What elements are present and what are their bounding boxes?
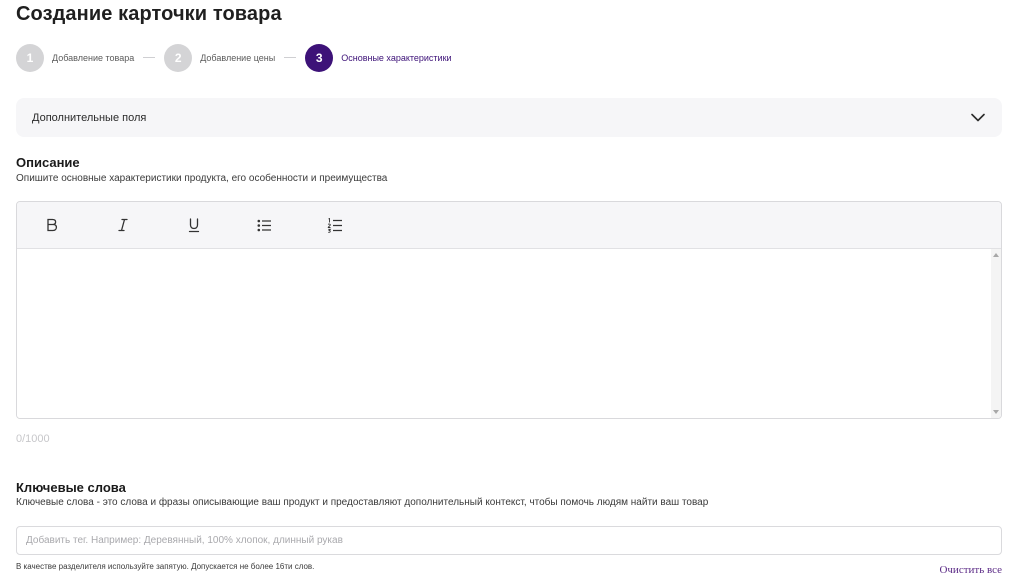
chevron-down-icon[interactable]	[970, 110, 986, 126]
step-connector	[284, 57, 297, 58]
step-3[interactable]: 3 Основные характеристики	[305, 43, 452, 72]
scroll-up-icon[interactable]	[993, 253, 999, 257]
clear-all-link[interactable]: Очистить все	[939, 564, 1002, 576]
keywords-subtitle: Ключевые слова - это слова и фразы описы…	[16, 497, 709, 508]
underline-icon[interactable]	[183, 214, 205, 236]
description-subtitle: Опишите основные характеристики продукта…	[16, 173, 388, 184]
step-2-number: 2	[164, 43, 193, 72]
step-1-label: Добавление товара	[52, 52, 135, 63]
italic-icon[interactable]	[112, 214, 134, 236]
editor-toolbar	[17, 202, 1001, 249]
description-editor	[16, 201, 1002, 419]
bullet-list-icon[interactable]	[253, 214, 275, 236]
stepper: 1 Добавление товара 2 Добавление цены 3 …	[16, 43, 452, 72]
step-3-label: Основные характеристики	[341, 52, 452, 63]
step-3-number: 3	[305, 43, 334, 72]
editor-scrollbar[interactable]	[991, 249, 1001, 418]
keywords-tag-input[interactable]	[16, 526, 1002, 555]
description-title: Описание	[16, 155, 80, 170]
description-textarea[interactable]	[17, 249, 1001, 418]
keywords-hint: В качестве разделителя используйте запят…	[16, 562, 315, 571]
step-1-number: 1	[16, 43, 44, 72]
step-2-label: Добавление цены	[200, 52, 276, 63]
character-counter: 0/1000	[16, 433, 50, 445]
accordion-label: Дополнительные поля	[32, 111, 147, 124]
step-connector	[143, 57, 156, 58]
keywords-title: Ключевые слова	[16, 480, 126, 495]
page-title: Создание карточки товара	[16, 3, 282, 25]
scroll-down-icon[interactable]	[993, 410, 999, 414]
step-2[interactable]: 2 Добавление цены	[164, 43, 276, 72]
numbered-list-icon[interactable]	[324, 214, 346, 236]
bold-icon[interactable]	[41, 214, 63, 236]
step-1[interactable]: 1 Добавление товара	[16, 43, 135, 72]
additional-fields-accordion[interactable]: Дополнительные поля	[16, 98, 1002, 137]
